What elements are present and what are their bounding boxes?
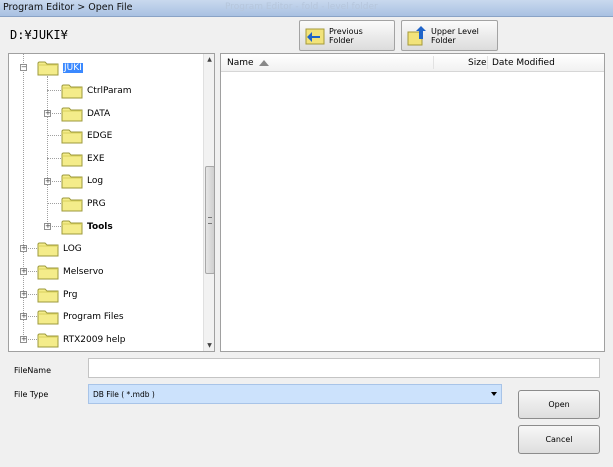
folder-up-icon xyxy=(407,25,426,45)
tree-item-label: DATA xyxy=(87,109,111,119)
ghost-title: Program Editor - fold - level folder xyxy=(225,2,378,12)
tree-item-label: Prg xyxy=(63,290,78,300)
folder-icon xyxy=(37,241,59,257)
tree-line xyxy=(47,158,61,159)
title-bar: Program Editor > Open File Program Edito… xyxy=(0,0,613,17)
tree-item-label: PRG xyxy=(87,199,106,209)
tree-item-label: Tools xyxy=(87,222,113,232)
tree-item-data[interactable]: DATA xyxy=(61,104,110,124)
filename-label: FileName xyxy=(14,366,51,375)
tree-item-ctrlparam[interactable]: CtrlParam xyxy=(61,81,132,101)
expand-tools[interactable]: + xyxy=(44,223,51,230)
file-list[interactable]: Name Size Date Modified xyxy=(220,53,605,352)
expand-prg-root[interactable]: + xyxy=(20,291,27,298)
column-date-modified[interactable]: Date Modified xyxy=(492,58,555,68)
tree-item-log-root[interactable]: LOG xyxy=(37,239,82,259)
chevron-down-icon[interactable] xyxy=(491,392,497,396)
tree-item-tools[interactable]: Tools xyxy=(61,217,113,237)
tree-item-label: EDGE xyxy=(87,131,113,141)
tree-item-label: RTX2009 help xyxy=(63,335,126,345)
folder-icon xyxy=(61,196,83,212)
folder-icon xyxy=(37,309,59,325)
expand-melservo[interactable]: + xyxy=(20,268,27,275)
filename-input[interactable] xyxy=(88,358,600,378)
folder-icon xyxy=(61,219,83,235)
window-title: Program Editor > Open File xyxy=(3,2,133,13)
tree-scrollbar[interactable]: ▲ ▼ xyxy=(203,54,214,351)
filetype-label: File Type xyxy=(14,390,49,399)
file-list-header: Name Size Date Modified xyxy=(221,54,604,72)
column-name[interactable]: Name xyxy=(227,58,254,68)
tree-item-label: Program Files xyxy=(63,312,124,322)
tree-item-melservo[interactable]: Melservo xyxy=(37,262,104,282)
folder-icon xyxy=(61,128,83,144)
tree-item-label: EXE xyxy=(87,154,105,164)
current-path: D:¥JUKI¥ xyxy=(10,28,68,42)
tree-item-prg-root[interactable]: Prg xyxy=(37,285,78,305)
tree-item-edge[interactable]: EDGE xyxy=(61,126,112,146)
expand-data[interactable]: + xyxy=(44,110,51,117)
previous-folder-button[interactable]: Previous Folder xyxy=(299,20,395,51)
expand-rtx2009-help[interactable]: + xyxy=(20,336,27,343)
upper-level-folder-button[interactable]: Upper Level Folder xyxy=(401,20,498,51)
column-size[interactable]: Size xyxy=(468,58,486,68)
folder-icon xyxy=(37,264,59,280)
folder-icon xyxy=(61,151,83,167)
previous-folder-label: Previous Folder xyxy=(329,26,363,45)
filetype-select[interactable]: DB File ( *.mdb ) xyxy=(88,384,502,404)
tree-item-label: Melservo xyxy=(63,267,104,277)
folder-icon xyxy=(37,332,59,348)
tree-line xyxy=(47,76,48,228)
scroll-thumb[interactable] xyxy=(205,166,214,274)
sort-ascending-icon xyxy=(259,60,269,66)
folder-tree[interactable]: − + + + + + + + + JUKI CtrlParam DATA ED… xyxy=(8,53,215,352)
collapse-juki[interactable]: − xyxy=(20,64,27,71)
tree-line xyxy=(47,90,61,91)
tree-item-label: Log xyxy=(87,176,104,186)
tree-item-rtx2009-help[interactable]: RTX2009 help xyxy=(37,330,125,350)
folder-icon xyxy=(61,106,83,122)
tree-item-label: CtrlParam xyxy=(87,86,132,96)
upper-level-folder-label: Upper Level Folder xyxy=(431,26,479,45)
filetype-value: DB File ( *.mdb ) xyxy=(93,389,155,399)
cancel-button[interactable]: Cancel xyxy=(518,425,600,454)
tree-item-label: LOG xyxy=(63,244,82,254)
tree-item-label: JUKI xyxy=(63,63,83,73)
open-button[interactable]: Open xyxy=(518,390,600,419)
expand-log-root[interactable]: + xyxy=(20,245,27,252)
tree-item-program-files[interactable]: Program Files xyxy=(37,307,124,327)
tree-line xyxy=(47,203,61,204)
scroll-down-icon[interactable]: ▼ xyxy=(204,340,214,351)
tree-line xyxy=(47,135,61,136)
expand-program-files[interactable]: + xyxy=(20,313,27,320)
tree-item-exe[interactable]: EXE xyxy=(61,149,105,169)
folder-icon xyxy=(61,173,83,189)
folder-icon xyxy=(61,83,83,99)
folder-icon xyxy=(37,287,59,303)
expand-log[interactable]: + xyxy=(44,178,51,185)
tree-item-log[interactable]: Log xyxy=(61,171,103,191)
arrow-left-icon xyxy=(305,28,325,44)
scroll-up-icon[interactable]: ▲ xyxy=(204,54,214,65)
tree-item-prg[interactable]: PRG xyxy=(61,194,106,214)
tree-item-juki[interactable]: JUKI xyxy=(37,58,83,78)
folder-icon xyxy=(37,60,59,76)
